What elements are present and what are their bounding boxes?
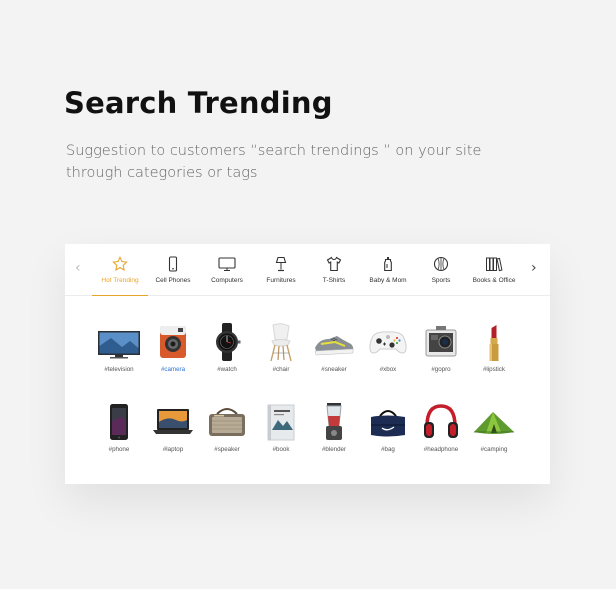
tag-chair[interactable]: #chair <box>254 322 308 373</box>
star-icon <box>112 256 128 271</box>
camera-image <box>160 326 186 358</box>
watch-image <box>216 323 241 361</box>
tag-label: #television <box>104 366 134 373</box>
tab-furnitures[interactable]: Furnitures <box>254 244 308 295</box>
tag-camping[interactable]: #camping <box>467 402 521 453</box>
phone-icon <box>168 256 178 272</box>
category-bar: ‹ Hot Trending Cell Phones Computers Fur… <box>65 244 550 296</box>
tag-bag[interactable]: #bag <box>361 402 415 453</box>
lamp-icon <box>275 256 287 272</box>
tag-label: #lipstick <box>482 366 505 373</box>
trending-widget: ‹ Hot Trending Cell Phones Computers Fur… <box>65 244 550 484</box>
tag-camera[interactable]: #camera <box>146 322 200 373</box>
book-image <box>267 404 295 441</box>
tshirt-icon <box>326 256 342 272</box>
bag-image <box>371 410 405 437</box>
tab-cell-phones[interactable]: Cell Phones <box>146 244 200 295</box>
chevron-left-icon[interactable]: ‹ <box>75 260 81 276</box>
tab-sports[interactable]: Sports <box>414 244 468 295</box>
tag-label: #headphone <box>423 446 459 453</box>
tag-label: #blender <box>321 446 347 453</box>
tag-sneaker[interactable]: #sneaker <box>307 322 361 373</box>
tag-laptop[interactable]: #laptop <box>146 402 200 453</box>
speaker-image <box>209 408 245 436</box>
sneaker-image <box>314 336 354 356</box>
tag-label: #watch <box>217 366 237 373</box>
tag-television[interactable]: #television <box>92 322 146 373</box>
chevron-right-icon[interactable]: › <box>531 260 537 276</box>
gopro-image <box>425 326 457 357</box>
phone-image <box>110 404 128 440</box>
lipstick-image <box>489 325 499 361</box>
tag-label: #gopro <box>431 366 451 373</box>
chair-image <box>270 323 292 362</box>
baby-bottle-icon <box>384 257 392 272</box>
tent-image <box>474 412 514 434</box>
tag-label: #camera <box>160 366 186 373</box>
tab-t-shirts[interactable]: T-Shirts <box>307 244 361 295</box>
page-title: Search Trending <box>64 86 333 120</box>
tag-label: #speaker <box>214 446 240 453</box>
xbox-image <box>369 331 407 354</box>
tag-label: #phone <box>108 446 130 453</box>
ball-icon <box>433 256 449 272</box>
tag-label: #sneaker <box>321 366 347 373</box>
tag-lipstick[interactable]: #lipstick <box>467 322 521 373</box>
tab-hot-trending[interactable]: Hot Trending <box>92 244 148 296</box>
tab-books-office[interactable]: Books & Office <box>467 244 521 295</box>
tag-headphone[interactable]: #headphone <box>414 402 468 453</box>
tag-xbox[interactable]: #xbox <box>361 322 415 373</box>
tag-label: #bag <box>381 446 395 453</box>
tag-label: #chair <box>272 366 290 373</box>
tag-label: #xbox <box>379 366 397 373</box>
tag-speaker[interactable]: #speaker <box>200 402 254 453</box>
tag-blender[interactable]: #blender <box>307 402 361 453</box>
books-icon <box>486 257 503 272</box>
tab-computers[interactable]: Computers <box>200 244 254 295</box>
headphone-image <box>424 404 458 438</box>
tag-gopro[interactable]: #gopro <box>414 322 468 373</box>
laptop-image <box>153 409 193 434</box>
tag-watch[interactable]: #watch <box>200 322 254 373</box>
tag-phone[interactable]: #phone <box>92 402 146 453</box>
television-image <box>98 331 140 359</box>
tag-label: #laptop <box>162 446 184 453</box>
page-description: Suggestion to customers “search trending… <box>66 143 482 181</box>
monitor-icon <box>218 257 236 271</box>
tab-baby-mom[interactable]: Baby & Mom <box>361 244 415 295</box>
tab-label: Books & Office <box>472 277 516 284</box>
blender-image <box>326 403 342 440</box>
tag-book[interactable]: #book <box>254 402 308 453</box>
tag-label: #book <box>272 446 290 453</box>
tag-label: #camping <box>480 446 508 453</box>
